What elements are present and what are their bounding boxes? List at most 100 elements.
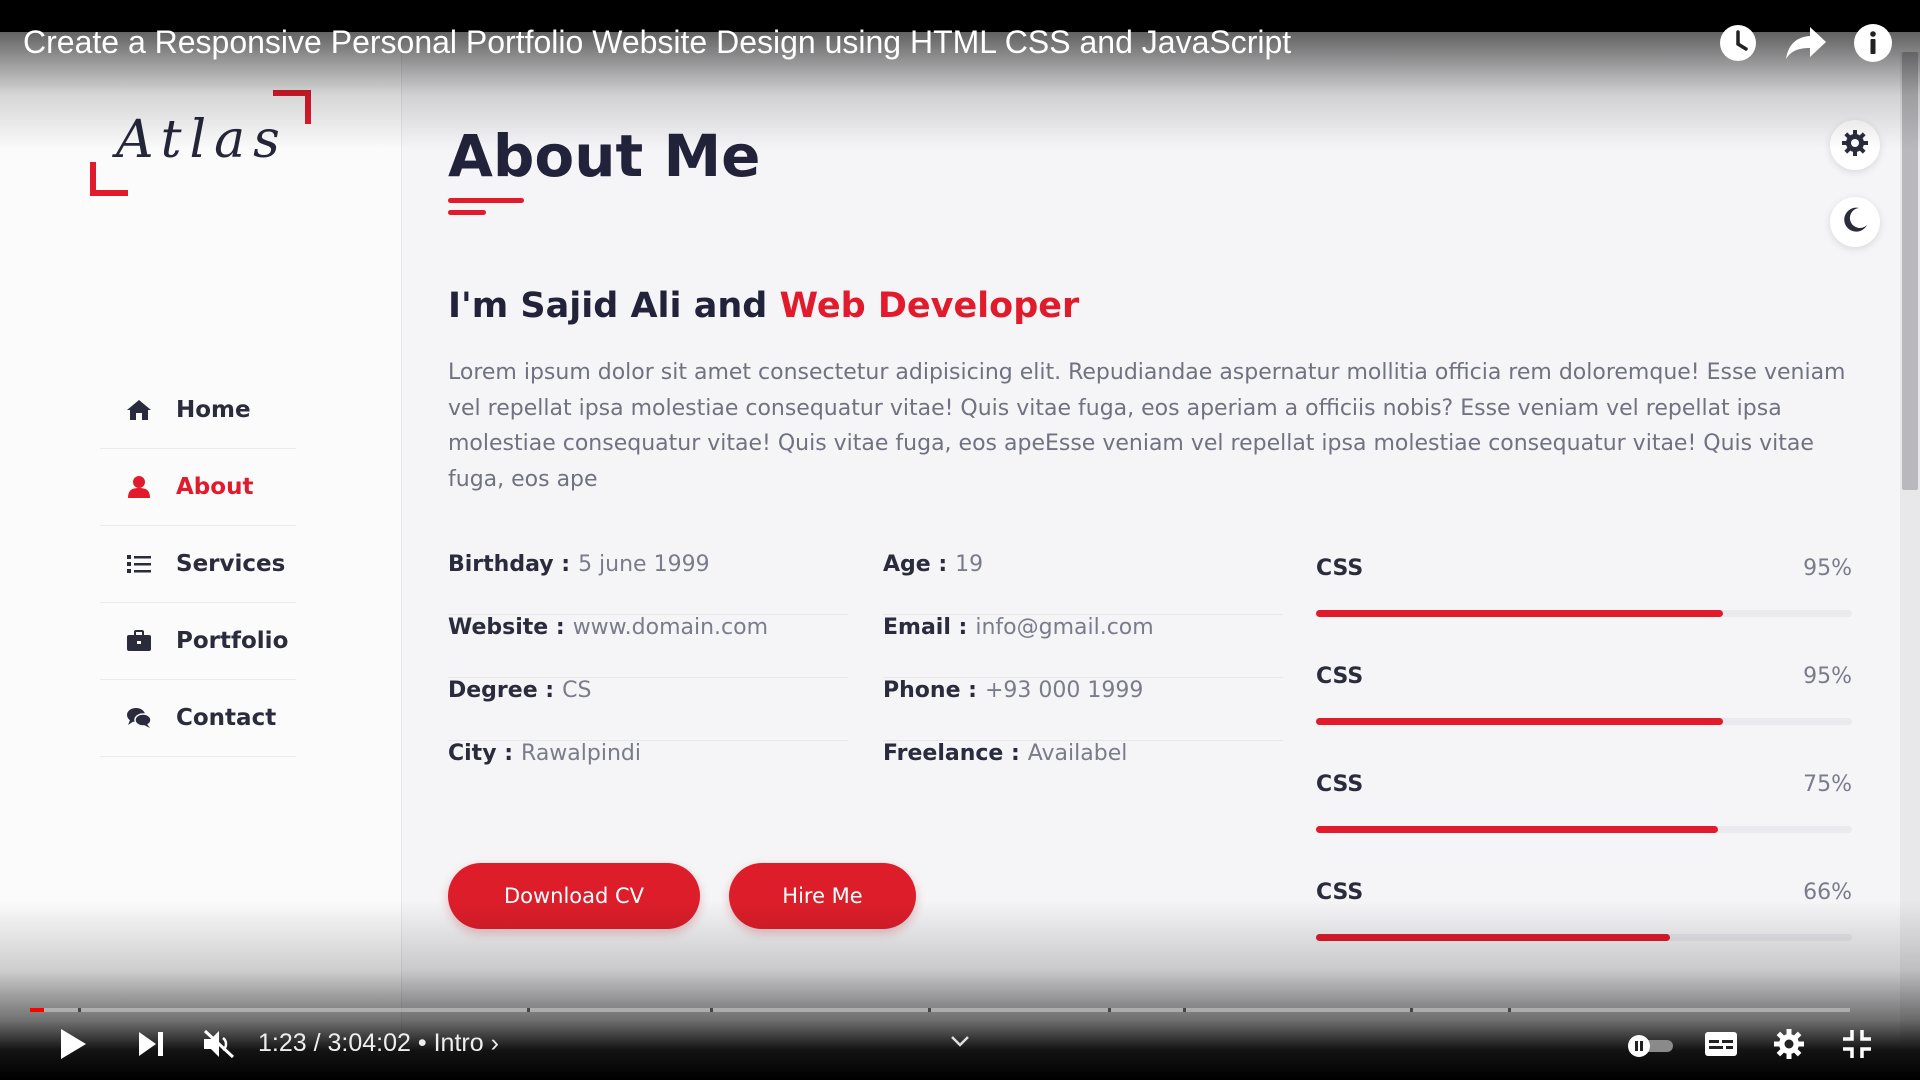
progress-bar[interactable] — [30, 1008, 1850, 1012]
skill-name: CSS — [1316, 556, 1364, 581]
info-key: Email : — [883, 615, 968, 640]
info-email: Email : info@gmail.com — [883, 615, 1283, 678]
video-title[interactable]: Create a Responsive Personal Portfolio W… — [23, 24, 1291, 61]
exit-fullscreen-icon — [1841, 1028, 1873, 1064]
info-value: Rawalpindi — [521, 741, 641, 766]
autoplay-switch — [1628, 1035, 1673, 1057]
nav-label: About — [176, 474, 254, 500]
nav-item-contact[interactable]: Contact — [100, 680, 296, 757]
chapter-title: Intro — [433, 1029, 484, 1057]
chevron-down-icon — [949, 1033, 971, 1052]
info-value: www.domain.com — [572, 615, 769, 640]
watch-later-icon — [1717, 22, 1759, 68]
skill-percent: 75% — [1803, 772, 1852, 797]
skill-name: CSS — [1316, 772, 1364, 797]
info-birthday: Birthday : 5 june 1999 — [448, 552, 848, 615]
skill-item: CSS 95% — [1316, 556, 1852, 617]
info-website: Website : www.domain.com — [448, 615, 848, 678]
info-value: Availabel — [1027, 741, 1128, 766]
info-value: CS — [562, 678, 592, 703]
progress-played — [30, 1008, 44, 1012]
watch-later-button[interactable] — [1715, 22, 1761, 68]
player-settings-button[interactable] — [1766, 1022, 1812, 1070]
info-key: Freelance : — [883, 741, 1020, 766]
nav-item-portfolio[interactable]: Portfolio — [100, 603, 296, 680]
skill-fill — [1316, 826, 1718, 833]
subtitles-button[interactable] — [1698, 1022, 1744, 1070]
info-key: Birthday : — [448, 552, 571, 577]
sidebar-nav: Home About Services Portfolio Contact — [100, 372, 296, 757]
time-display[interactable]: 1:23 / 3:04:02 • Intro › — [258, 1029, 499, 1058]
info-button[interactable] — [1850, 22, 1896, 68]
chapter-marker — [710, 1008, 713, 1012]
expand-description-button[interactable] — [944, 1028, 976, 1056]
title-underline — [448, 198, 524, 203]
info-key: City : — [448, 741, 514, 766]
info-value: info@gmail.com — [975, 615, 1154, 640]
next-icon — [136, 1029, 166, 1063]
settings-icon — [1772, 1027, 1806, 1065]
share-button[interactable] — [1783, 22, 1829, 68]
info-value: 5 june 1999 — [578, 552, 710, 577]
theme-toggle-button[interactable] — [1830, 197, 1880, 247]
about-paragraph: Lorem ipsum dolor sit amet consectetur a… — [448, 360, 1846, 492]
info-key: Phone : — [883, 678, 977, 703]
chapter-marker — [527, 1008, 530, 1012]
video-frame[interactable]: Atlas Home About Services — [0, 0, 1920, 1080]
nav-label: Home — [176, 397, 251, 423]
autoplay-toggle[interactable] — [1622, 1022, 1678, 1070]
skill-name: CSS — [1316, 664, 1364, 689]
about-heading: I'm Sajid Ali and Web Developer — [448, 286, 1079, 326]
info-age: Age : 19 — [883, 552, 1283, 615]
mute-button[interactable] — [196, 1022, 242, 1070]
chapter-marker — [1508, 1008, 1511, 1012]
play-icon — [58, 1027, 88, 1065]
nav-item-home[interactable]: Home — [100, 372, 296, 449]
info-value: 19 — [955, 552, 984, 577]
chapter-marker — [1108, 1008, 1111, 1012]
skill-track — [1316, 718, 1852, 725]
time-current: 1:23 — [258, 1029, 307, 1057]
skill-track — [1316, 610, 1852, 617]
user-icon — [124, 475, 154, 499]
info-value: +93 000 1999 — [984, 678, 1144, 703]
next-button[interactable] — [128, 1022, 174, 1070]
exit-fullscreen-button[interactable] — [1834, 1022, 1880, 1070]
skill-item: CSS 75% — [1316, 772, 1852, 833]
skill-fill — [1316, 718, 1724, 725]
skill-percent: 95% — [1803, 556, 1852, 581]
nav-item-about[interactable]: About — [100, 449, 296, 526]
share-icon — [1784, 23, 1828, 67]
play-button[interactable] — [50, 1022, 96, 1070]
nav-label: Contact — [176, 705, 277, 731]
home-icon — [124, 398, 154, 422]
info-key: Degree : — [448, 678, 555, 703]
title-underline-short — [448, 210, 486, 215]
chapter-marker — [1183, 1008, 1186, 1012]
skill-item: CSS 95% — [1316, 664, 1852, 725]
nav-item-services[interactable]: Services — [100, 526, 296, 603]
time-total: 3:04:02 — [327, 1029, 411, 1057]
nav-label: Portfolio — [176, 628, 289, 654]
heading-prefix: I'm Sajid Ali and — [448, 286, 780, 326]
info-freelance: Freelance : Availabel — [883, 741, 1283, 804]
mute-icon — [201, 1027, 237, 1065]
heading-accent: Web Developer — [779, 286, 1080, 326]
list-icon — [124, 552, 154, 576]
info-city: City : Rawalpindi — [448, 741, 848, 804]
moon-icon — [1840, 205, 1870, 239]
chapter-marker — [928, 1008, 931, 1012]
info-degree: Degree : CS — [448, 678, 848, 741]
nav-label: Services — [176, 551, 286, 577]
skill-percent: 95% — [1803, 664, 1852, 689]
skill-fill — [1316, 610, 1724, 617]
info-key: Website : — [448, 615, 565, 640]
chapter-marker — [1410, 1008, 1413, 1012]
info-icon — [1852, 22, 1894, 68]
chapter-marker — [78, 1008, 81, 1012]
subtitles-icon — [1703, 1029, 1739, 1063]
skill-track — [1316, 826, 1852, 833]
info-phone: Phone : +93 000 1999 — [883, 678, 1283, 741]
comments-icon — [124, 706, 154, 730]
info-key: Age : — [883, 552, 948, 577]
